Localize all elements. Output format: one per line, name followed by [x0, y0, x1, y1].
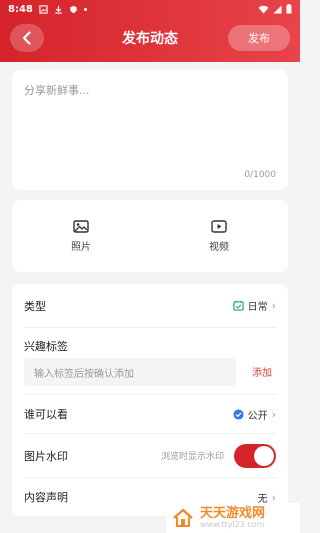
- watermark-toggle[interactable]: [234, 443, 276, 468]
- title-bar: 发布动态 发布: [0, 18, 300, 58]
- media-picker: 照片 视频: [12, 200, 288, 272]
- add-video-button[interactable]: 视频: [150, 200, 288, 272]
- chevron-right-icon: ›: [271, 490, 276, 504]
- chevron-left-icon: [22, 31, 31, 45]
- watermark-brand: 天天游戏网: [200, 505, 266, 521]
- chevron-right-icon: ›: [271, 407, 276, 421]
- type-row[interactable]: 类型 日常 ›: [24, 284, 276, 328]
- site-watermark: 天天游戏网 www.ttyl23.com: [166, 503, 300, 533]
- photo-label: 照片: [71, 241, 91, 253]
- app-header: 8:48 发布动态 发布: [0, 0, 300, 62]
- download-notification-icon: [55, 5, 62, 14]
- house-logo-icon: [173, 508, 193, 527]
- visibility-label: 谁可以看: [24, 408, 68, 421]
- wifi-icon: [258, 5, 269, 14]
- tag-input[interactable]: 输入标签后按确认添加: [24, 358, 236, 386]
- watermark-hint: 浏览时显示水印: [160, 452, 224, 462]
- watermark-url: www.ttyl23.com: [200, 519, 265, 529]
- battery-icon: [286, 4, 292, 14]
- post-text-input[interactable]: 分享新鲜事...: [24, 82, 90, 98]
- gallery-notification-icon: [39, 4, 48, 14]
- add-tag-button[interactable]: 添加: [252, 364, 272, 379]
- video-label: 视频: [209, 241, 229, 253]
- status-bar: 8:48: [0, 0, 300, 18]
- page-title: 发布动态: [122, 31, 178, 47]
- add-photo-button[interactable]: 照片: [12, 200, 150, 272]
- type-label: 类型: [24, 299, 46, 313]
- post-composer[interactable]: 分享新鲜事... 0/1000: [12, 70, 288, 190]
- dot-notification-icon: [83, 7, 87, 11]
- back-button[interactable]: [10, 24, 44, 52]
- toggle-knob: [254, 445, 274, 466]
- status-time: 8:48: [8, 3, 33, 15]
- post-settings: 类型 日常 › 兴趣标签 输入标签后按确认添加 添加 谁可以看 公开 › 图片水…: [12, 284, 288, 516]
- chevron-right-icon: ›: [271, 299, 276, 312]
- character-counter: 0/1000: [244, 170, 276, 180]
- visibility-value: 公开: [247, 410, 268, 422]
- check-circle-icon: [233, 408, 244, 420]
- declaration-label: 内容声明: [24, 491, 68, 504]
- signal-icon: [273, 4, 282, 14]
- image-icon: [73, 219, 89, 233]
- watermark-row: 图片水印 浏览时显示水印: [24, 434, 276, 478]
- video-icon: [211, 219, 227, 233]
- calendar-icon: [232, 300, 244, 311]
- visibility-row[interactable]: 谁可以看 公开 ›: [24, 394, 276, 434]
- type-value: 日常: [247, 302, 268, 313]
- watermark-label: 图片水印: [24, 449, 68, 463]
- tags-label: 兴趣标签: [24, 340, 68, 353]
- shield-notification-icon: [70, 5, 77, 13]
- publish-button[interactable]: 发布: [228, 25, 290, 51]
